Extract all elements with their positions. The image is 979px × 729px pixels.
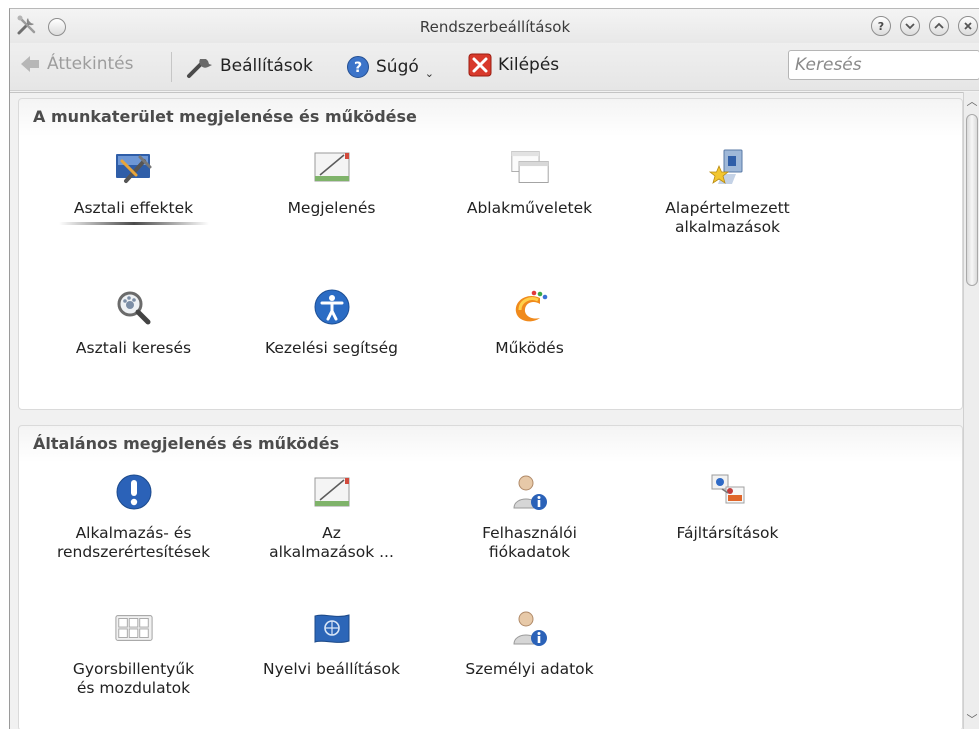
- help-icon[interactable]: ?: [871, 16, 891, 36]
- item-shortcuts[interactable]: Gyorsbillentyűk és mozdulatok: [41, 608, 226, 698]
- personal-info-icon: [510, 608, 550, 648]
- item-label: Kezelési segítség: [264, 339, 399, 357]
- item-label: Működés: [495, 339, 564, 357]
- scroll-down-icon[interactable]: ﹀: [964, 712, 979, 728]
- accessibility-icon: [312, 287, 352, 327]
- item-application-appearance[interactable]: Az alkalmazások ...: [239, 472, 424, 562]
- item-label: Az: [322, 524, 341, 542]
- item-account-details[interactable]: Felhasználói fiókadatok: [437, 472, 622, 562]
- desktop-effects-icon: [114, 147, 154, 187]
- account-details-icon: [510, 472, 550, 512]
- settings-content: A munkaterület megjelenése és működése A…: [10, 92, 963, 729]
- minimize-icon[interactable]: [900, 16, 920, 36]
- section-title: Általános megjelenés és működés: [33, 434, 340, 453]
- item-personal-info[interactable]: Személyi adatok: [437, 608, 622, 679]
- maximize-icon[interactable]: [929, 16, 949, 36]
- system-settings-window: Rendszerbeállítások ? Áttekintés Beállít…: [9, 8, 979, 729]
- section-general-appearance: Általános megjelenés és működés Alkalmaz…: [18, 425, 963, 729]
- wrench-icon: [187, 59, 212, 78]
- quit-icon: [468, 53, 492, 77]
- item-workspace-behavior[interactable]: Működés: [437, 287, 622, 358]
- item-desktop-effects[interactable]: Asztali effektek: [41, 147, 226, 225]
- item-label-line2: alkalmazások: [674, 218, 781, 236]
- help-button[interactable]: ? Súgó ⌄: [346, 53, 434, 80]
- help-circle-icon: ?: [347, 55, 369, 78]
- item-file-associations[interactable]: Fájltársítások: [635, 472, 820, 543]
- scrollbar-thumb[interactable]: [966, 114, 978, 286]
- item-label: Alkalmazás- és: [75, 524, 192, 542]
- workspace-behavior-icon: [510, 287, 550, 327]
- item-label-line2: fiókadatok: [488, 543, 571, 561]
- item-label-line2: alkalmazások ...: [269, 543, 394, 561]
- help-label: Súgó: [376, 56, 419, 77]
- title-bar: Rendszerbeállítások ?: [10, 9, 979, 43]
- search-input[interactable]: Keresés: [788, 50, 979, 80]
- item-label: Gyorsbillentyűk: [72, 660, 195, 678]
- locale-icon: [312, 608, 352, 648]
- vertical-scrollbar[interactable]: ︿ ﹀: [963, 92, 979, 729]
- section-workspace: A munkaterület megjelenése és működése A…: [18, 98, 963, 410]
- application-appearance-icon: [312, 472, 352, 512]
- item-label: Megjelenés: [287, 199, 376, 217]
- item-label: Nyelvi beállítások: [263, 660, 400, 678]
- search-placeholder: Keresés: [795, 55, 862, 75]
- notifications-icon: [114, 472, 154, 512]
- item-window-behavior[interactable]: Ablakműveletek: [437, 147, 622, 218]
- shortcuts-icon: [114, 608, 154, 648]
- item-appearance[interactable]: Megjelenés: [239, 147, 424, 218]
- item-label: Ablakműveletek: [466, 199, 593, 217]
- item-label: Alapértelmezett: [665, 199, 790, 217]
- default-apps-icon: [708, 147, 748, 187]
- section-title: A munkaterület megjelenése és működése: [33, 107, 417, 126]
- item-label: Asztali keresés: [75, 339, 192, 357]
- item-label: Asztali effektek: [73, 199, 194, 217]
- item-label: Felhasználói: [482, 524, 577, 542]
- item-desktop-search[interactable]: Asztali keresés: [41, 287, 226, 358]
- item-label: Fájltársítások: [676, 524, 779, 542]
- item-locale[interactable]: Nyelvi beállítások: [239, 608, 424, 679]
- overview-label: Áttekintés: [47, 54, 134, 74]
- settings-button[interactable]: Beállítások: [186, 53, 313, 79]
- settings-label: Beállítások: [220, 56, 313, 76]
- appearance-icon: [312, 147, 352, 187]
- focus-underline: [58, 222, 209, 225]
- item-accessibility[interactable]: Kezelési segítség: [239, 287, 424, 358]
- item-label: Személyi adatok: [465, 660, 594, 678]
- quit-label: Kilépés: [498, 55, 560, 75]
- scroll-up-icon[interactable]: ︿: [964, 94, 979, 110]
- file-associations-icon: [708, 472, 748, 512]
- item-label-line2: rendszerértesítések: [56, 543, 211, 561]
- item-label-line2: és mozdulatok: [76, 679, 191, 697]
- window-behavior-icon: [510, 147, 550, 187]
- overview-button[interactable]: Áttekintés: [19, 53, 133, 75]
- quit-button[interactable]: Kilépés: [468, 53, 559, 77]
- help-dropdown-icon[interactable]: ⌄: [425, 67, 434, 80]
- window-title: Rendszerbeállítások: [419, 18, 571, 36]
- item-default-applications[interactable]: Alapértelmezett alkalmazások: [635, 147, 820, 237]
- toolbar: Áttekintés Beállítások ? Súgó ⌄ Kilépés: [10, 43, 979, 91]
- svg-text:?: ?: [354, 60, 362, 76]
- back-arrow-icon: [21, 56, 39, 72]
- item-notifications[interactable]: Alkalmazás- és rendszerértesítések: [41, 472, 226, 562]
- desktop-search-icon: [114, 287, 154, 327]
- toolbar-separator: [171, 52, 172, 82]
- close-icon[interactable]: [958, 16, 978, 36]
